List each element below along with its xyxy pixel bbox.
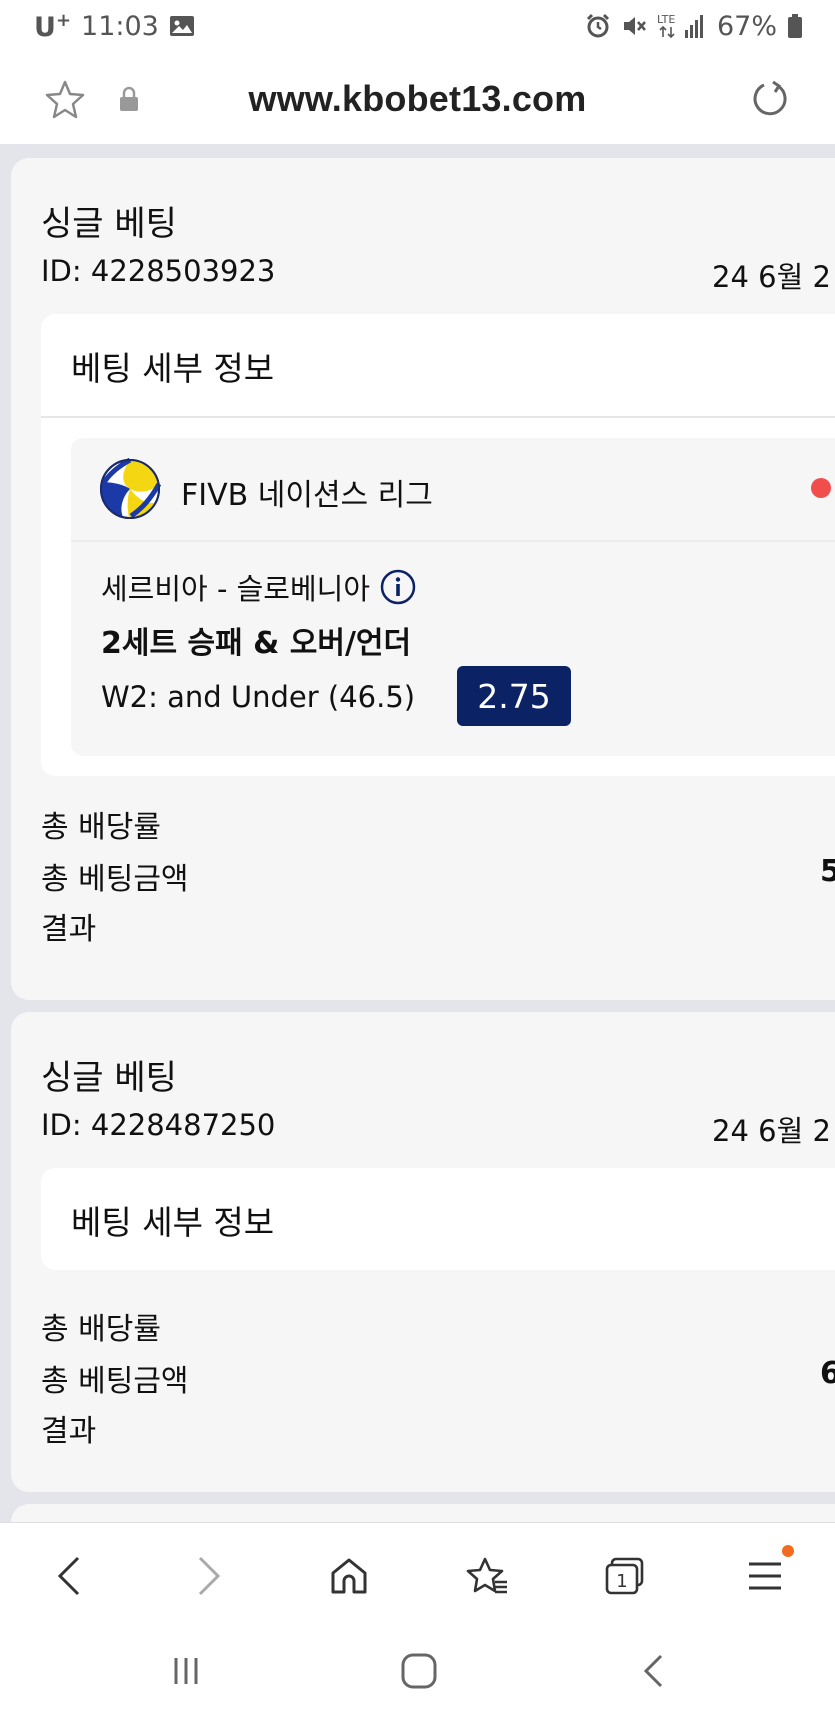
bet-type-label: 싱글 베팅 [41,204,177,244]
menu-notification-dot [782,1545,794,1557]
bet-details-panel[interactable]: 베팅 세부 정보 [41,1168,835,1270]
divider [41,416,835,418]
lte-signal-icon: LTE [657,12,707,40]
bet-card[interactable]: 싱글 베팅 ID: 4228487250 24 6월 2 베팅 세부 정보 총 … [11,1012,835,1492]
battery-icon [787,13,803,39]
odds-badge: 2.75 [457,666,571,726]
bet-card[interactable] [11,1504,835,1522]
outcome-label: W2: and Under (46.5) [101,680,416,714]
total-odds-label: 총 배당률 [41,1312,161,1347]
status-right: LTE 67% [585,11,803,42]
market-name: 2세트 승패 & 오버/언더 [101,626,412,661]
bookmarks-icon[interactable] [462,1551,512,1601]
total-stake-label: 총 베팅금액 [41,862,189,897]
bet-selection[interactable]: FIVB 네이션스 리그 세르비아 - 슬로베니아 2세트 승패 & 오버/언더… [71,438,835,756]
address-bar: www.kbobet13.com [0,52,835,145]
bet-type-label: 싱글 베팅 [41,1058,177,1098]
reload-icon[interactable] [748,78,790,124]
system-nav-bar [0,1626,835,1717]
system-back-icon[interactable] [628,1648,678,1694]
forward-arrow-icon[interactable] [184,1551,234,1601]
menu-icon[interactable] [740,1551,790,1601]
tabs-icon[interactable]: 1 [600,1551,650,1601]
result-label: 결과 [41,912,97,947]
bet-date: 24 6월 2 [712,260,831,294]
status-time: 11:03 [81,10,159,42]
status-left: U+ 11:03 [34,10,195,43]
battery-percent: 67% [716,10,777,42]
match-row: 세르비아 - 슬로베니아 [101,566,416,608]
svg-text:LTE: LTE [657,13,675,26]
bet-details-title: 베팅 세부 정보 [71,1203,275,1242]
info-icon[interactable] [380,569,416,605]
bet-id: ID: 4228503923 [41,254,276,288]
back-arrow-icon[interactable] [44,1551,94,1601]
total-stake-value: 5 [820,854,835,889]
total-odds-label: 총 배당률 [41,810,161,845]
bet-card[interactable]: 싱글 베팅 ID: 4228503923 24 6월 2 베팅 세부 정보 FI… [11,158,835,1000]
league-row: FIVB 네이션스 리그 [71,438,835,542]
mute-icon [621,13,647,39]
total-stake-value: 6 [820,1356,835,1391]
bet-details-panel[interactable]: 베팅 세부 정보 FIVB 네이션스 리그 세르비아 - 슬로베니아 2세트 승… [41,314,835,776]
status-bar: U+ 11:03 LTE 67% [0,0,835,52]
recents-icon[interactable] [161,1648,211,1694]
url-text[interactable]: www.kbobet13.com [0,78,835,120]
live-status-dot [811,478,831,498]
bet-history-list[interactable]: 싱글 베팅 ID: 4228503923 24 6월 2 베팅 세부 정보 FI… [0,144,835,1522]
gallery-icon [169,14,195,38]
alarm-icon [585,13,611,39]
home-icon[interactable] [324,1551,374,1601]
league-name: FIVB 네이션스 리그 [181,478,433,513]
bet-id: ID: 4228487250 [41,1108,276,1142]
match-name: 세르비아 - 슬로베니아 [101,572,371,606]
carrier-label: U+ [34,9,72,43]
system-home-icon[interactable] [394,1648,444,1694]
result-label: 결과 [41,1414,97,1449]
browser-toolbar: 1 [0,1522,835,1627]
volleyball-icon [99,457,162,524]
total-stake-label: 총 베팅금액 [41,1364,189,1399]
svg-text:1: 1 [616,1571,627,1592]
bet-date: 24 6월 2 [712,1114,831,1148]
bet-details-title: 베팅 세부 정보 [71,349,275,388]
